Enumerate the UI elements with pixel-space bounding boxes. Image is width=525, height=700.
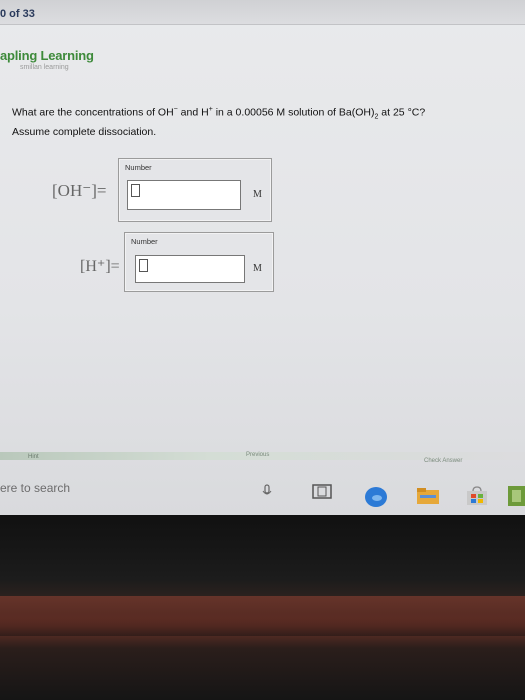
hydrogen-concentration-label: [H⁺]=	[80, 258, 120, 275]
question-part-a: What are the concentrations of OH	[12, 106, 174, 119]
file-explorer-icon[interactable]	[416, 487, 440, 510]
edge-browser-icon[interactable]	[364, 486, 388, 513]
hydroxide-number-label: Number	[125, 163, 152, 172]
hydroxide-answer-panel: Number M	[118, 158, 272, 222]
hydroxide-number-input[interactable]	[127, 180, 241, 210]
store-icon[interactable]	[466, 486, 488, 511]
hydroxide-unit: M	[253, 189, 262, 200]
hydrogen-answer-panel: Number M	[124, 232, 274, 292]
question-line-1: What are the concentrations of OH− and H…	[12, 103, 517, 125]
hint-button[interactable]: Hint	[28, 454, 39, 460]
task-view-icon[interactable]	[312, 484, 332, 505]
microphone-icon[interactable]	[262, 484, 272, 503]
question-part-b: and H	[177, 106, 209, 119]
monitor-screen: 0 of 33 apling Learning smillan learning…	[0, 0, 525, 515]
question-part-c: in a 0.00056 M solution of Ba(OH)	[212, 106, 375, 119]
brand-logo: apling Learning smillan learning	[0, 48, 94, 71]
monitor-bezel-reflection	[0, 596, 525, 636]
question-line-2: Assume complete dissociation.	[12, 125, 157, 138]
check-answer-button[interactable]: Check Answer	[424, 458, 462, 464]
text-cursor-icon	[139, 259, 148, 272]
hydrogen-number-input[interactable]	[135, 255, 245, 283]
taskbar-search-box[interactable]: ere to search	[0, 481, 70, 495]
previous-button[interactable]: Previous	[246, 452, 269, 458]
brand-name: apling Learning	[0, 48, 94, 63]
text-cursor-icon	[131, 184, 140, 197]
hydrogen-unit: M	[253, 263, 262, 274]
question-text: What are the concentrations of OH− and H…	[12, 103, 517, 139]
brand-subtitle: smillan learning	[20, 64, 69, 71]
hydroxide-concentration-label: [OH⁻]=	[52, 181, 107, 200]
question-counter-bar: 0 of 33	[0, 0, 525, 25]
hydrogen-number-label: Number	[131, 237, 158, 246]
app-icon[interactable]	[508, 486, 525, 511]
question-part-d: at 25 °C?	[378, 106, 426, 119]
question-counter: 0 of 33	[0, 8, 35, 20]
